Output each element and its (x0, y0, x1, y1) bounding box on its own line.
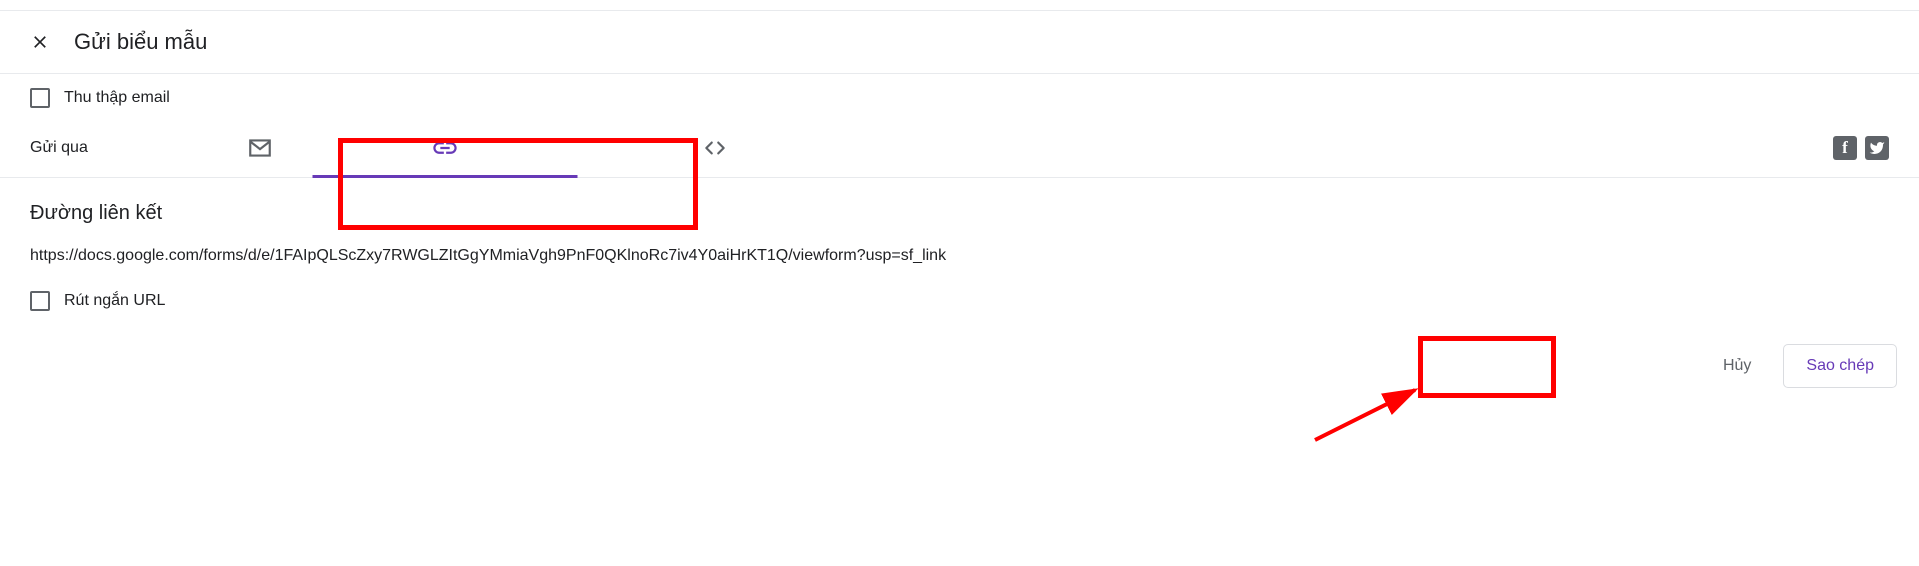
shorten-url-checkbox[interactable] (30, 291, 50, 311)
tab-email[interactable] (210, 119, 310, 177)
link-heading: Đường liên kết (30, 202, 1889, 225)
close-icon (30, 32, 50, 52)
annotation-highlight-copy (1418, 336, 1556, 398)
cancel-button[interactable]: Hủy (1709, 347, 1765, 385)
link-url-field[interactable] (30, 247, 1889, 275)
annotation-arrow-icon (1310, 380, 1440, 450)
send-via-label: Gửi qua (30, 139, 210, 157)
link-icon (431, 134, 459, 162)
shorten-url-row: Rút ngắn URL (0, 283, 1919, 319)
twitter-icon (1869, 140, 1885, 156)
dialog-header: Gửi biểu mẫu (0, 11, 1919, 74)
code-icon (702, 135, 728, 161)
share-facebook-button[interactable]: f (1833, 136, 1857, 160)
facebook-icon: f (1842, 138, 1848, 158)
collect-email-label: Thu thập email (64, 89, 170, 107)
social-share: f (1833, 136, 1889, 160)
close-button[interactable] (28, 30, 52, 54)
send-via-row: Gửi qua f (0, 118, 1919, 178)
shorten-url-label: Rút ngắn URL (64, 292, 165, 310)
link-section: Đường liên kết (0, 178, 1919, 283)
tab-embed[interactable] (580, 119, 850, 177)
mail-icon (247, 135, 273, 161)
tab-link[interactable] (310, 119, 580, 177)
dialog-actions: Hủy Sao chép (1709, 344, 1897, 388)
collect-email-checkbox[interactable] (30, 88, 50, 108)
share-twitter-button[interactable] (1865, 136, 1889, 160)
dialog-title: Gửi biểu mẫu (74, 29, 207, 55)
collect-email-row: Thu thập email (0, 74, 1919, 118)
copy-button[interactable]: Sao chép (1783, 344, 1897, 388)
